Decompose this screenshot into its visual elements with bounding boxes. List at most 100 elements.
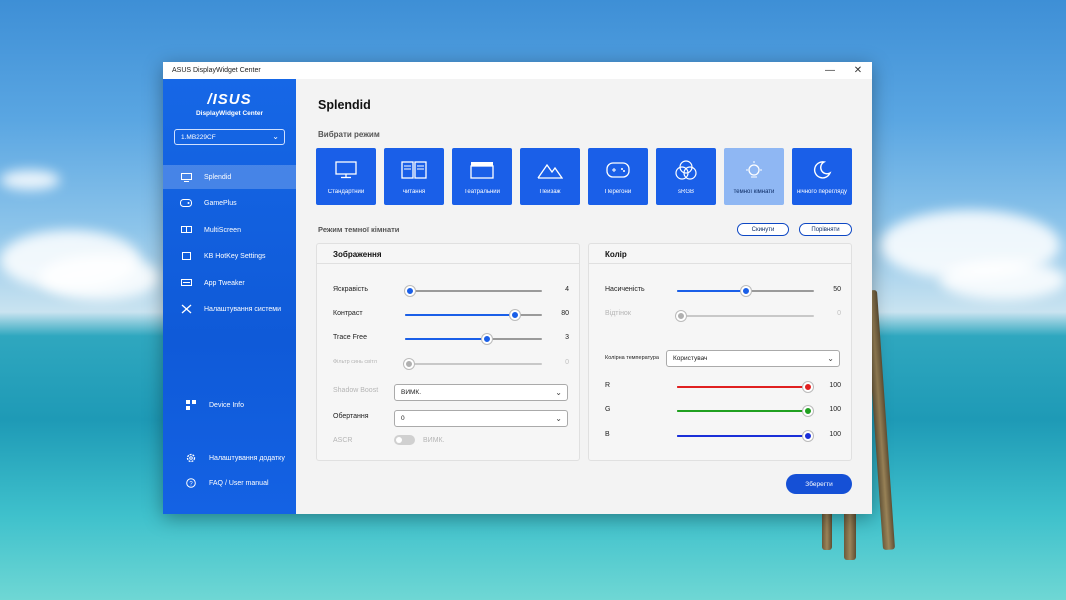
shadow-boost-select[interactable]: ВИМК. ⌄ [394, 384, 568, 401]
sidebar-item-label: MultiScreen [204, 226, 241, 234]
slider-knob[interactable] [740, 286, 751, 296]
sidebar-item-app-tweaker[interactable]: App Tweaker [163, 271, 296, 295]
mode-landscape[interactable]: Пейзаж [520, 148, 580, 205]
mode-label: темної кімнати [733, 189, 775, 195]
sidebar-item-splendid[interactable]: Splendid [163, 165, 296, 189]
blue-light-value: 0 [565, 359, 569, 366]
monitor-select[interactable]: 1.MB229CF ⌄ [174, 129, 285, 145]
sidebar-item-label: KB HotKey Settings [204, 252, 266, 260]
ascr-value: ВИМК. [423, 437, 445, 444]
rotation-label: Обертання [333, 413, 369, 420]
sidebar-item-label: Device Info [209, 401, 245, 409]
submode-label: Режим темної кімнати [318, 225, 400, 234]
slider-knob[interactable] [803, 431, 813, 441]
app-tweaker-icon [180, 278, 192, 288]
app-window: ASUS DisplayWidget Center — ✕ /ISUS Disp… [163, 62, 872, 514]
hue-value: 0 [837, 310, 841, 317]
slider-knob[interactable] [676, 311, 686, 321]
sidebar-item-label: App Tweaker [204, 279, 245, 287]
ascr-label: ASCR [333, 437, 353, 444]
mode-srgb[interactable]: sRGB [656, 148, 716, 205]
sidebar-item-device-info[interactable]: Device Info [163, 393, 296, 417]
trace-free-slider[interactable] [405, 334, 542, 344]
brightness-value: 4 [565, 286, 569, 293]
minimize-button[interactable]: — [816, 62, 844, 79]
mode-theater[interactable]: Театральний [452, 148, 512, 205]
window-title: ASUS DisplayWidget Center [172, 67, 261, 74]
sidebar-item-label: GamePlus [204, 199, 237, 207]
blue-light-slider[interactable] [404, 359, 542, 369]
splendid-icon [180, 172, 192, 182]
mode-racing[interactable]: Перегони [588, 148, 648, 205]
slider-knob[interactable] [482, 334, 493, 344]
sidebar-item-multiscreen[interactable]: MultiScreen [163, 218, 296, 242]
trace-free-label: Trace Free [333, 334, 367, 341]
mode-night-view[interactable]: нічного перегляду [792, 148, 852, 205]
slider-knob[interactable] [803, 382, 813, 392]
gear-icon [185, 453, 197, 463]
slider-knob[interactable] [405, 286, 416, 296]
mode-reading[interactable]: читання [384, 148, 444, 205]
green-label: G [605, 406, 611, 413]
color-panel-title: Колір [589, 244, 851, 264]
gamepad-icon [606, 159, 630, 181]
mode-label: нічного перегляду [796, 189, 848, 195]
save-button[interactable]: Зберегти [786, 474, 852, 494]
sidebar-item-app-settings[interactable]: Налаштування додатку [163, 446, 296, 470]
monitor-icon [335, 159, 357, 181]
monitor-select-value: 1.MB229CF [181, 133, 216, 141]
ascr-toggle[interactable] [394, 435, 415, 445]
mode-label: Перегони [604, 189, 632, 195]
contrast-slider[interactable] [405, 310, 542, 320]
title-bar: ASUS DisplayWidget Center — ✕ [163, 62, 872, 79]
gamepad-icon [180, 198, 192, 208]
brightness-label: Яскравість [333, 286, 369, 293]
lamp-icon [743, 159, 765, 181]
red-slider[interactable] [677, 382, 813, 392]
red-value: 100 [829, 382, 841, 389]
sidebar-item-label: FAQ / User manual [209, 479, 269, 487]
page-title: Splendid [318, 98, 371, 112]
color-temp-value: Користувач [673, 355, 708, 362]
image-panel-title: Зображення [317, 244, 579, 264]
slider-knob[interactable] [509, 310, 520, 320]
brightness-slider[interactable] [405, 286, 542, 296]
saturation-label: Насиченість [605, 286, 645, 293]
book-icon [401, 159, 427, 181]
reset-button[interactable]: Скинути [737, 223, 789, 236]
saturation-slider[interactable] [677, 286, 814, 296]
sidebar-item-gameplus[interactable]: GamePlus [163, 191, 296, 215]
close-button[interactable]: ✕ [844, 62, 872, 79]
chevron-down-icon: ⌄ [555, 388, 562, 397]
device-info-icon [185, 400, 197, 410]
rgb-circles-icon [675, 159, 697, 181]
mountain-icon [537, 159, 563, 181]
asus-logo: /ISUS DisplayWidget Center [163, 91, 296, 117]
blue-light-label: Фільтр синь світл [333, 359, 377, 365]
mode-label: Пейзаж [539, 189, 561, 195]
color-temp-select[interactable]: Користувач ⌄ [666, 350, 840, 367]
sidebar-item-system-settings[interactable]: Налаштування системи [163, 297, 296, 321]
rotation-select[interactable]: 0 ⌄ [394, 410, 568, 427]
contrast-label: Контраст [333, 310, 363, 317]
sidebar-item-kb-hotkey[interactable]: KB HotKey Settings [163, 244, 296, 268]
slider-knob[interactable] [803, 406, 813, 416]
chevron-down-icon: ⌄ [272, 132, 279, 141]
main-content: Splendid Вибрати режим Стандартний читан… [296, 79, 872, 514]
app-subtitle: DisplayWidget Center [195, 110, 264, 117]
sidebar-item-label: Налаштування додатку [209, 454, 285, 462]
mode-standard[interactable]: Стандартний [316, 148, 376, 205]
mode-dark-room[interactable]: темної кімнати [724, 148, 784, 205]
blue-slider[interactable] [677, 431, 813, 441]
slider-knob[interactable] [404, 359, 414, 369]
clapper-icon [470, 159, 494, 181]
rotation-value: 0 [401, 415, 405, 422]
compare-button[interactable]: Порівняти [799, 223, 852, 236]
tools-icon [180, 304, 192, 314]
sidebar-item-faq[interactable]: ? FAQ / User manual [163, 471, 296, 495]
brand-logo: /ISUS [207, 91, 252, 108]
green-slider[interactable] [677, 406, 813, 416]
hue-slider[interactable] [676, 311, 814, 321]
shadow-boost-value: ВИМК. [401, 389, 422, 396]
green-value: 100 [829, 406, 841, 413]
